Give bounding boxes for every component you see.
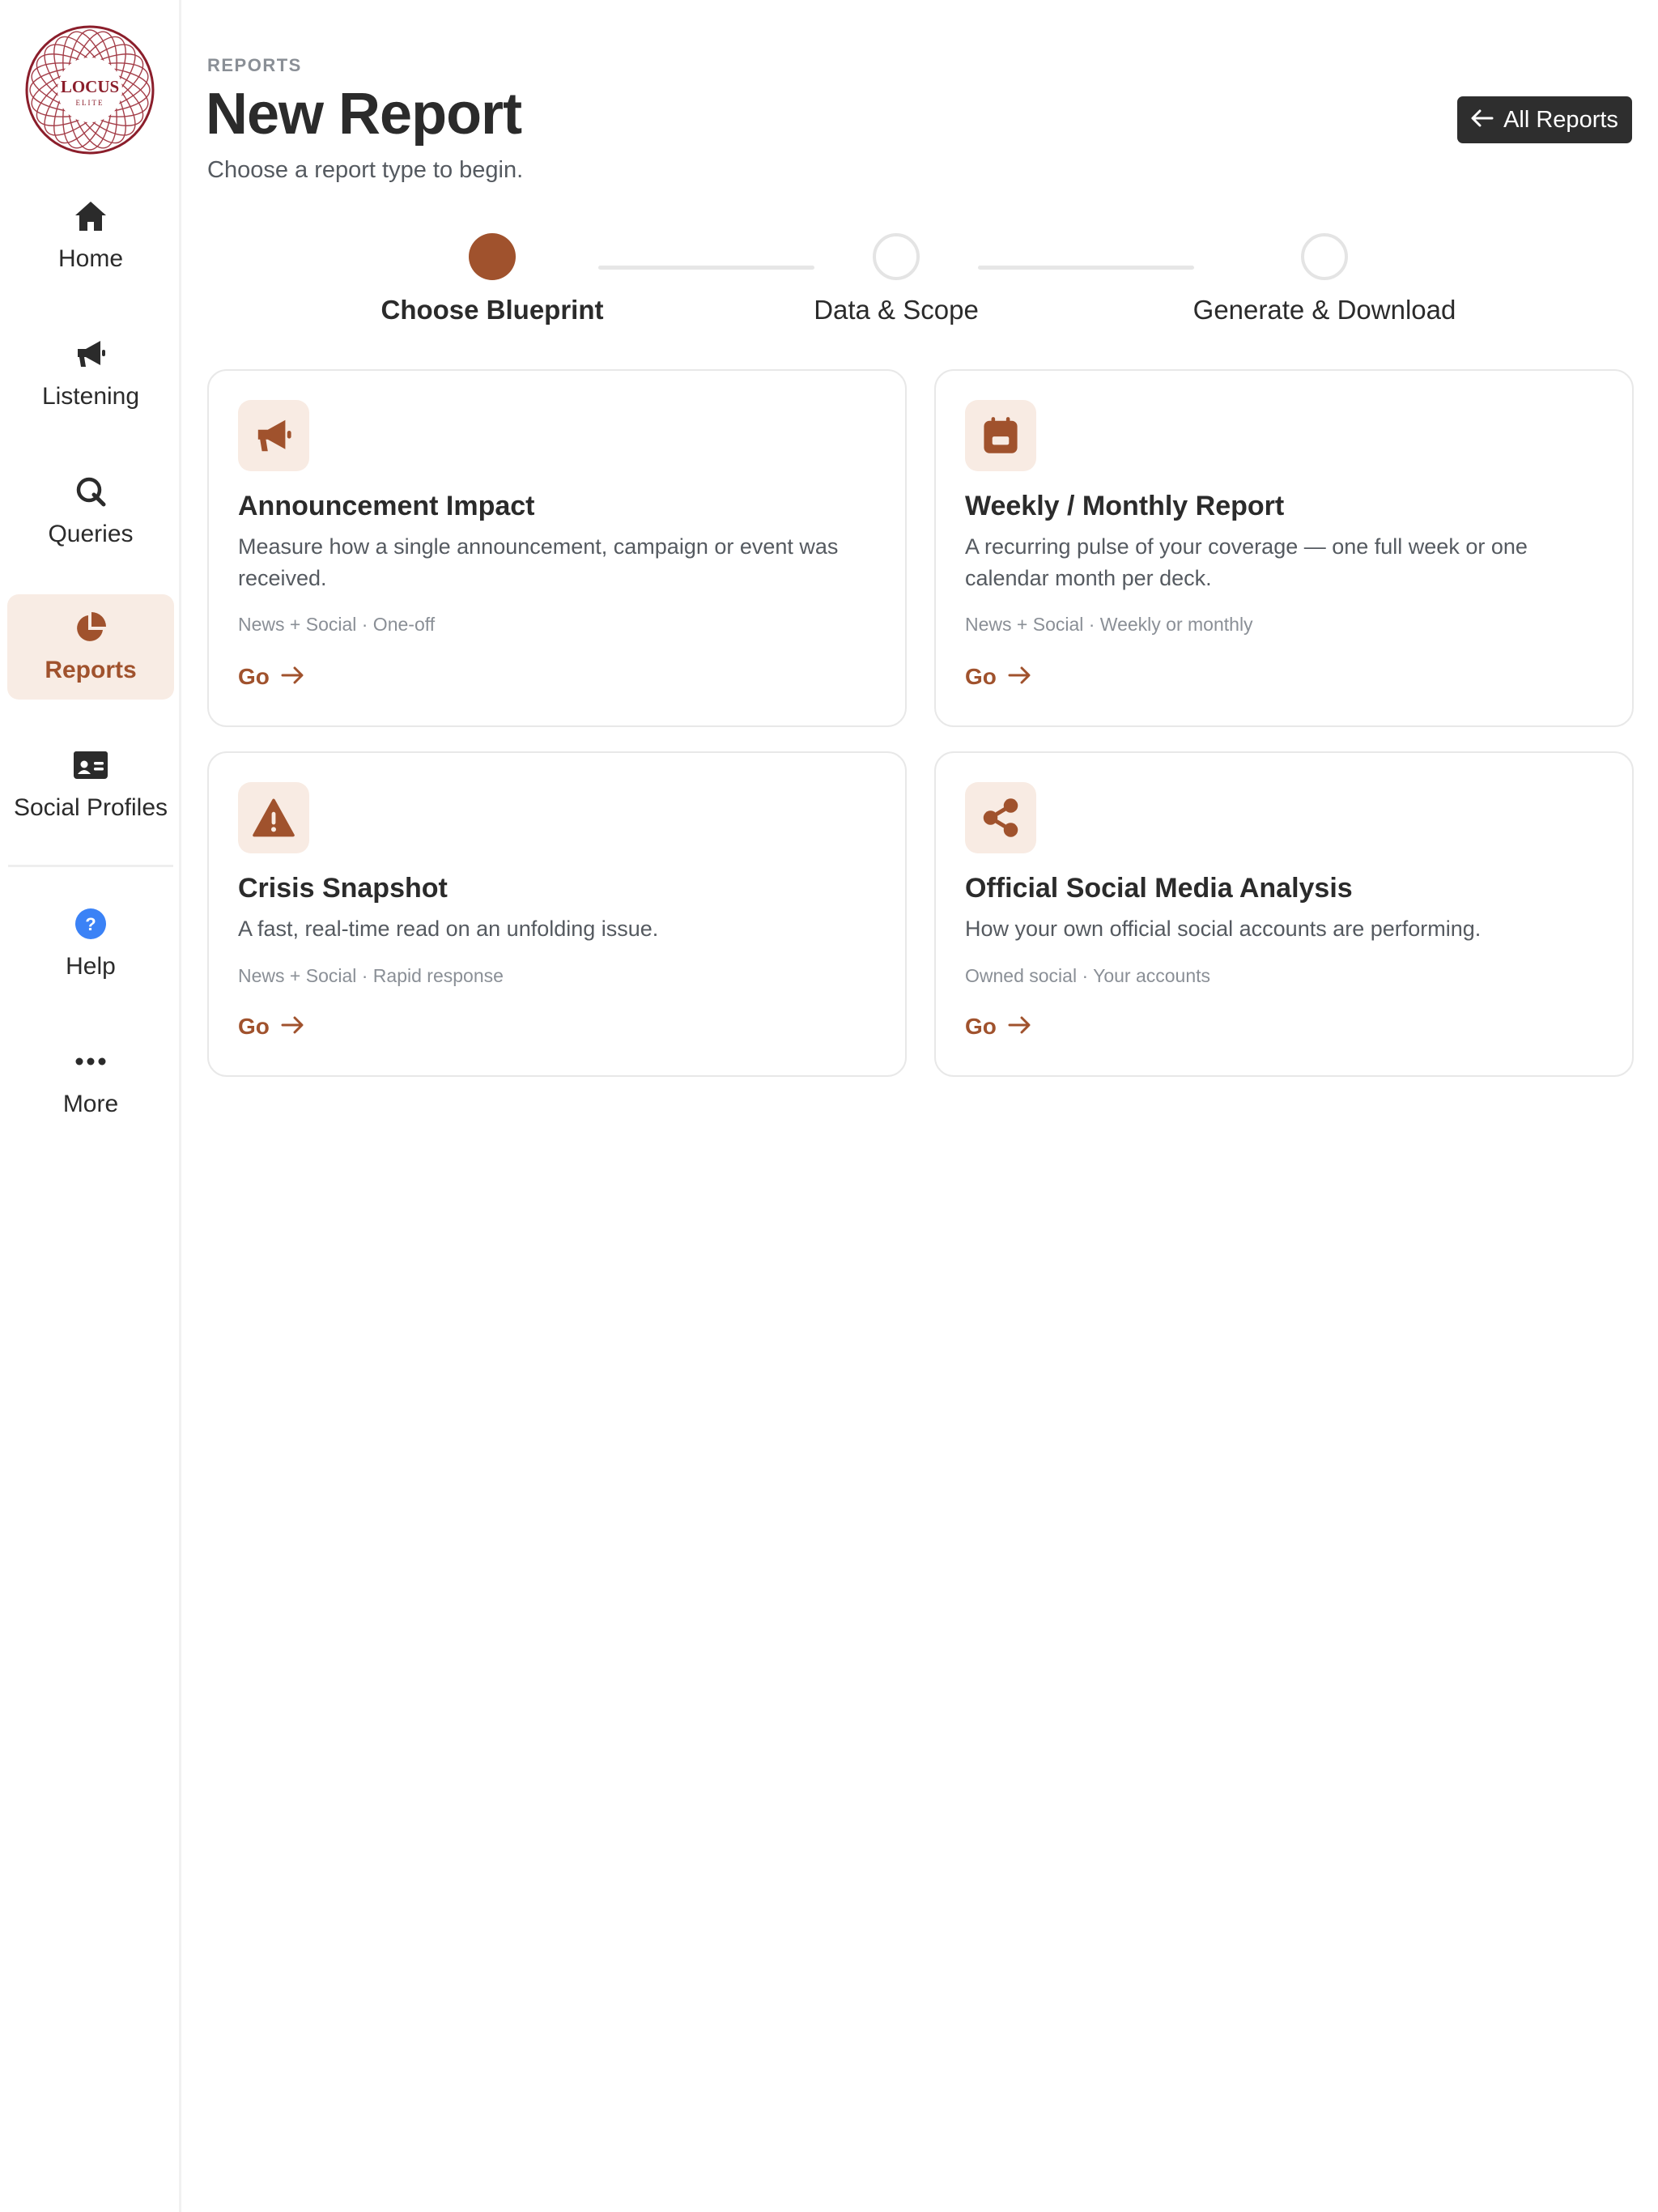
breadcrumb: REPORTS: [207, 55, 302, 75]
card-tags: News + Social · Weekly or monthly: [965, 614, 1253, 635]
step-connector-2: [978, 266, 1194, 270]
sidebar-item-label: Reports: [45, 657, 137, 683]
go-label: Go: [965, 1014, 997, 1039]
svg-text:ELITE: ELITE: [76, 99, 104, 107]
arrow-right-icon: [1008, 664, 1031, 690]
sidebar: LOCUS ELITE Home Listening Queries Repor…: [0, 0, 181, 2212]
go-button[interactable]: Go: [238, 664, 304, 690]
go-button[interactable]: Go: [238, 1014, 304, 1040]
sidebar-item-home[interactable]: Home: [7, 183, 174, 288]
arrow-right-icon: [281, 664, 304, 690]
sidebar-item-reports[interactable]: Reports: [7, 594, 174, 700]
id-card-icon: [73, 747, 108, 783]
all-reports-button[interactable]: All Reports: [1457, 96, 1632, 143]
sidebar-item-help[interactable]: ? Help: [7, 891, 174, 996]
sidebar-item-listening[interactable]: Listening: [7, 321, 174, 426]
card-description: A recurring pulse of your coverage — one…: [965, 534, 1528, 590]
card-title: Official Social Media Analysis: [965, 873, 1353, 904]
card-description: A fast, real-time read on an unfolding i…: [238, 917, 659, 941]
step-1-label: Choose Blueprint: [380, 295, 604, 325]
sidebar-item-queries[interactable]: Queries: [7, 458, 174, 564]
home-icon: [73, 198, 108, 234]
page-title: New Report: [206, 82, 522, 147]
warning-icon: [238, 782, 309, 853]
svg-text:LOCUS: LOCUS: [61, 77, 119, 96]
step-3-label: Generate & Download: [1192, 295, 1456, 325]
ellipsis-icon: [73, 1044, 108, 1079]
card-tags: Owned social · Your accounts: [965, 965, 1211, 986]
step-2-label: Data & Scope: [814, 295, 979, 325]
blueprint-card-announcement-impact[interactable]: Announcement Impact Measure how a single…: [207, 369, 907, 727]
query-icon: [73, 474, 108, 509]
sidebar-item-label: Listening: [41, 383, 140, 410]
blueprint-card-official-social-media-analysis[interactable]: Official Social Media Analysis How your …: [934, 751, 1634, 1077]
go-label: Go: [238, 1014, 270, 1039]
sidebar-item-label: Home: [57, 245, 124, 272]
sidebar-item-label: Help: [66, 953, 116, 980]
help-icon: ?: [73, 906, 108, 942]
card-description: Measure how a single announcement, campa…: [238, 534, 839, 590]
sidebar-item-social-profiles[interactable]: Social Profiles: [7, 732, 174, 837]
step-1-indicator: [469, 233, 516, 280]
all-reports-label: All Reports: [1503, 106, 1618, 133]
go-button[interactable]: Go: [965, 1014, 1031, 1040]
card-title: Crisis Snapshot: [238, 873, 448, 904]
go-label: Go: [238, 664, 270, 689]
step-2-indicator: [873, 233, 920, 280]
sidebar-divider: [8, 865, 173, 867]
pie-chart-icon: [73, 610, 108, 645]
card-description: How your own official social accounts ar…: [965, 917, 1482, 941]
card-tags: News + Social · Rapid response: [238, 965, 504, 986]
card-title: Announcement Impact: [238, 491, 535, 521]
arrow-right-icon: [1008, 1014, 1031, 1040]
step-connector-1: [598, 266, 814, 270]
sidebar-item-label: Social Profiles: [13, 794, 168, 821]
sidebar-item-more[interactable]: More: [7, 1028, 174, 1134]
blueprint-card-weekly-monthly-report[interactable]: Weekly / Monthly Report A recurring puls…: [934, 369, 1634, 727]
card-tags: News + Social · One-off: [238, 614, 436, 635]
megaphone-icon: [238, 400, 309, 471]
go-label: Go: [965, 664, 997, 689]
go-button[interactable]: Go: [965, 664, 1031, 690]
arrow-left-icon: [1471, 107, 1494, 134]
step-3-indicator: [1301, 233, 1348, 280]
megaphone-icon: [73, 336, 108, 372]
brand-logo[interactable]: LOCUS ELITE: [24, 24, 155, 155]
page-subtitle: Choose a report type to begin.: [207, 157, 524, 183]
calendar-icon: [965, 400, 1036, 471]
sidebar-item-label: More: [62, 1091, 119, 1117]
sidebar-item-label: Queries: [48, 521, 134, 547]
svg-text:?: ?: [85, 914, 96, 934]
share-icon: [965, 782, 1036, 853]
arrow-right-icon: [281, 1014, 304, 1040]
blueprint-card-crisis-snapshot[interactable]: Crisis Snapshot A fast, real-time read o…: [207, 751, 907, 1077]
card-title: Weekly / Monthly Report: [965, 491, 1285, 521]
